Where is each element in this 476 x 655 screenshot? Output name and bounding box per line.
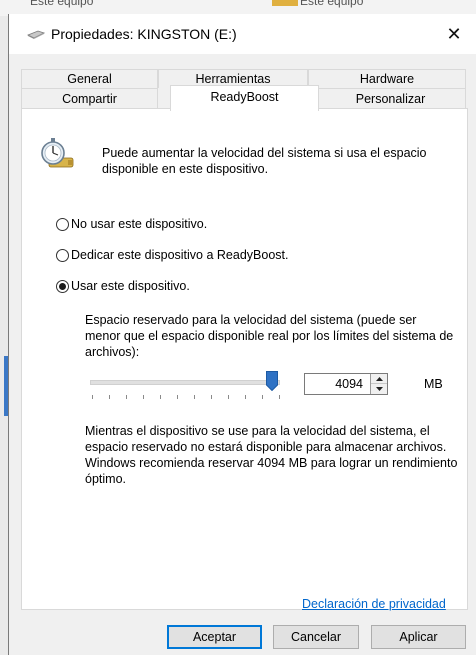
reserve-size-stepper[interactable]: 4094 [304, 373, 388, 395]
slider-thumb[interactable] [266, 371, 279, 391]
slider-ticks [92, 395, 282, 399]
tab-compartir[interactable]: Compartir [21, 88, 158, 109]
tab-hardware[interactable]: Hardware [308, 69, 466, 88]
arrow-down-icon [375, 387, 383, 391]
cancel-button[interactable]: Cancelar [273, 625, 359, 649]
reserve-note: Mientras el dispositivo se use para la v… [85, 423, 465, 487]
stepper-up-button[interactable] [371, 374, 387, 384]
tab-personalizar[interactable]: Personalizar [315, 88, 466, 109]
privacy-link[interactable]: Declaración de privacidad [302, 597, 446, 611]
title-bar[interactable]: Propiedades: KINGSTON (E:) ✕ [9, 14, 476, 54]
readyboost-intro: Puede aumentar la velocidad del sistema … [102, 146, 427, 176]
unit-label: MB [424, 377, 443, 391]
stepper-down-button[interactable] [371, 384, 387, 394]
radio-label: Dedicar este dispositivo a ReadyBoost. [71, 248, 289, 262]
radio-label: No usar este dispositivo. [71, 217, 208, 231]
background-window-edge [0, 16, 8, 655]
tab-readyboost[interactable]: ReadyBoost [170, 85, 319, 111]
slider-track[interactable] [90, 380, 280, 385]
radio-usar[interactable]: Usar este dispositivo. [56, 279, 190, 293]
usb-drive-icon [27, 30, 45, 39]
reserve-slider[interactable] [86, 367, 288, 401]
arrow-up-icon [375, 376, 383, 381]
close-button[interactable]: ✕ [431, 14, 476, 54]
background-text-right: Este equipo [300, 0, 364, 8]
radio-button[interactable] [56, 217, 69, 231]
apply-button[interactable]: Aplicar [371, 625, 466, 649]
tab-general[interactable]: General [21, 69, 158, 88]
note-line-space: Mientras el dispositivo se use para la v… [85, 424, 447, 454]
background-text-left: Este equipo [30, 0, 94, 8]
radio-button[interactable] [56, 248, 69, 262]
background-folder-icon [272, 0, 298, 6]
radio-button-selected[interactable] [56, 279, 69, 293]
radio-no-usar[interactable]: No usar este dispositivo. [56, 217, 207, 231]
radio-label: Usar este dispositivo. [71, 279, 190, 293]
readyboost-panel: Puede aumentar la velocidad del sistema … [21, 108, 468, 611]
window-title: Propiedades: KINGSTON (E:) [51, 26, 237, 42]
reserve-size-input[interactable]: 4094 [305, 374, 369, 394]
stopwatch-drive-icon [41, 138, 74, 168]
reserve-description: Espacio reservado para la velocidad del … [85, 313, 454, 359]
radio-dedicar[interactable]: Dedicar este dispositivo a ReadyBoost. [56, 248, 288, 262]
note-line-recommendation: Windows recomienda reservar 4094 MB para… [85, 456, 458, 486]
properties-dialog: Propiedades: KINGSTON (E:) ✕ General Her… [8, 14, 476, 655]
stepper-buttons [370, 374, 387, 394]
ok-button[interactable]: Aceptar [167, 625, 262, 649]
